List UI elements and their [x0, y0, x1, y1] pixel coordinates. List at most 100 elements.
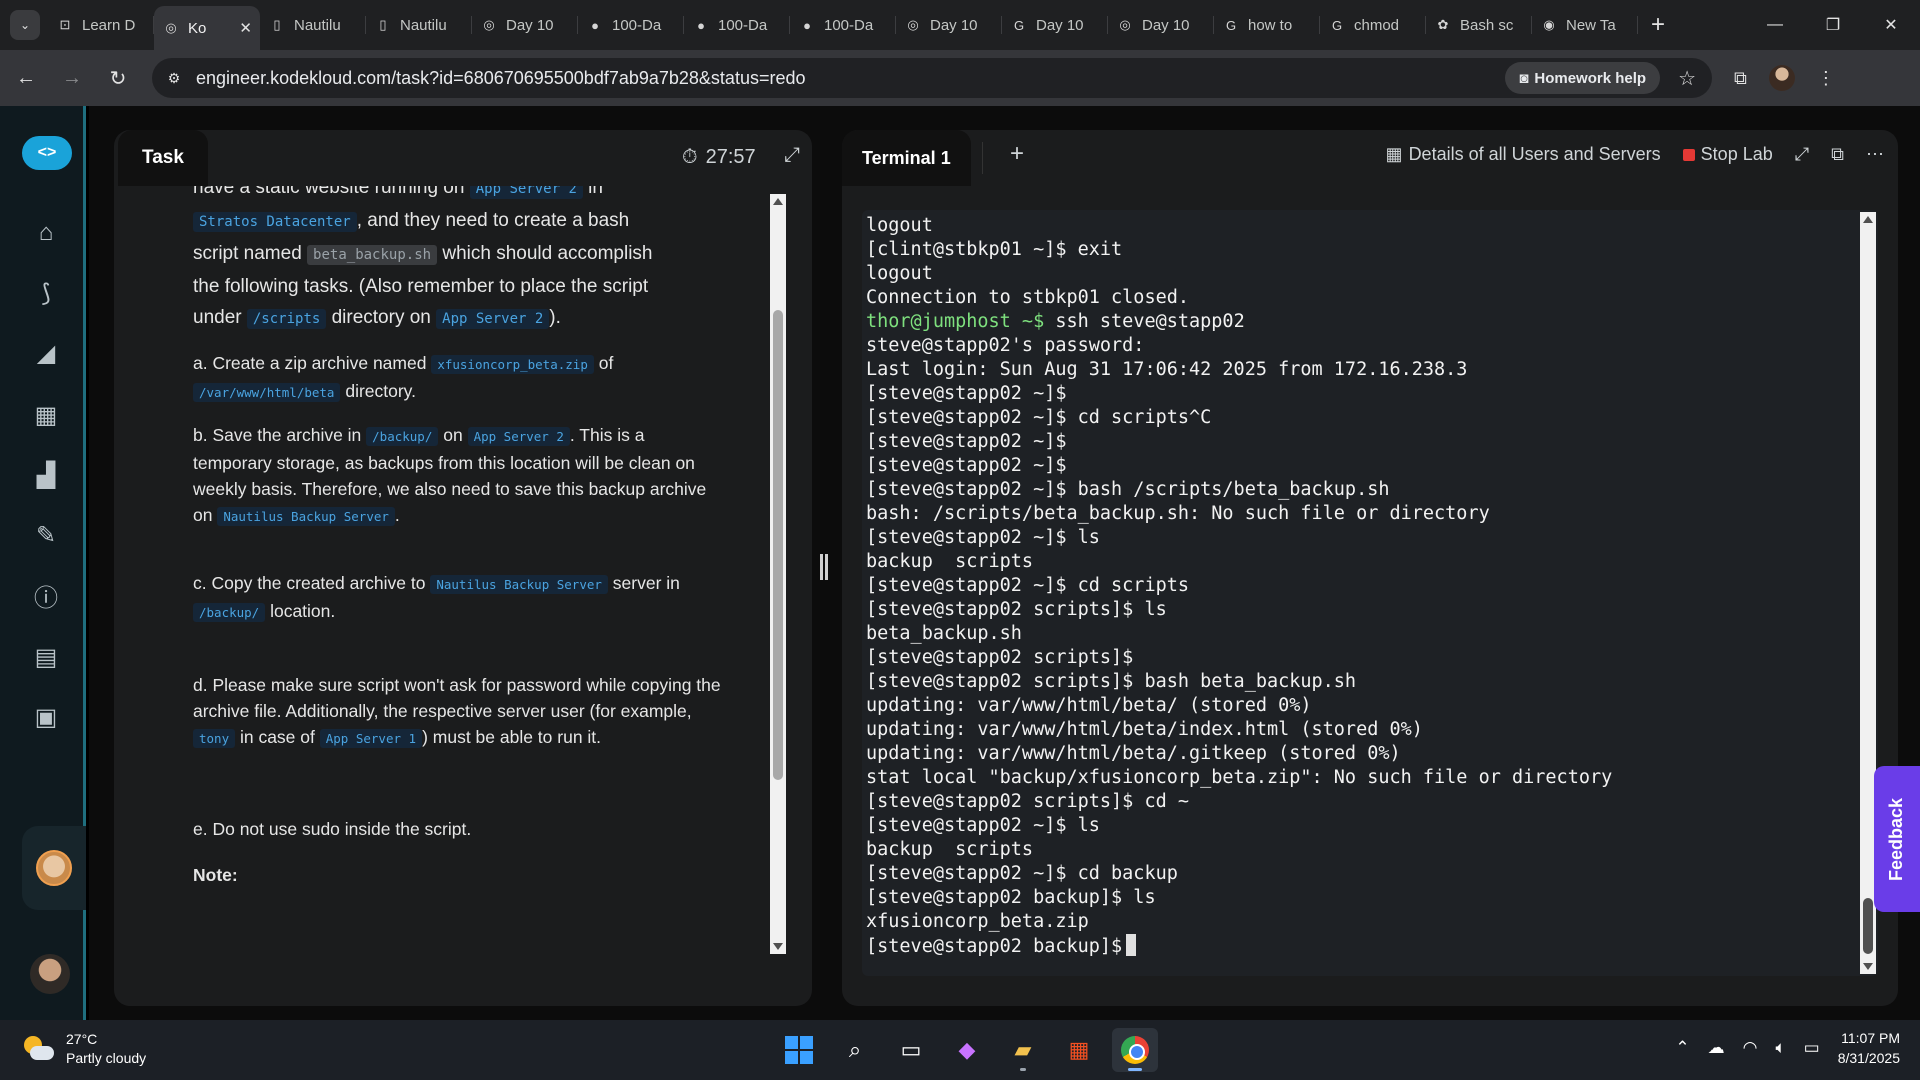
copilot-icon[interactable]: ◆	[944, 1028, 990, 1072]
terminal-screen[interactable]: logout [clint@stbkp01 ~]$ exit logout Conne…	[862, 210, 1878, 976]
task-view-icon[interactable]: ▭	[888, 1028, 934, 1072]
browser-tab[interactable]: ▯ Nautilu	[366, 0, 472, 50]
terminal-line-text: [steve@stapp02 ~]$ ls	[866, 815, 1100, 836]
scroll-up-arrow-icon[interactable]	[1863, 216, 1873, 223]
minimize-button[interactable]: —	[1746, 0, 1804, 50]
volume-icon[interactable]: 🔈︎	[1775, 1038, 1785, 1058]
windows-taskbar: 27°C Partly cloudy ⌕ ▭ ◆ ▰ ▦ ⌃ ☁ ◠ 🔈︎ ▭ …	[0, 1020, 1920, 1080]
profile-avatar[interactable]	[1768, 65, 1795, 91]
terminal-line-text: [steve@stapp02 scripts]$ cd ~	[866, 791, 1190, 812]
open-external-icon[interactable]: ⧉	[1831, 144, 1844, 165]
learning-path-icon[interactable]: ⟆	[29, 276, 63, 310]
browser-tab[interactable]: ● 100-Da	[790, 0, 896, 50]
inline-code: xfusioncorp_beta.zip	[431, 355, 594, 374]
tab-search-button[interactable]: ⌄	[10, 10, 40, 40]
chevron-up-icon[interactable]: ⌃	[1675, 1038, 1689, 1058]
start-button[interactable]	[776, 1028, 822, 1072]
browser-tab[interactable]: Gchmod	[1320, 0, 1426, 50]
onedrive-icon[interactable]: ☁	[1708, 1038, 1725, 1058]
notes-icon[interactable]: ✎	[29, 518, 63, 552]
terminal-line-text: logout	[866, 215, 933, 236]
omnibox[interactable]: ⚙ engineer.kodekloud.com/task?id=6806706…	[152, 58, 1712, 98]
google-icon: G	[1225, 17, 1237, 33]
terminal-line-text: Connection to stbkp01 closed.	[866, 287, 1190, 308]
panel-resize-handle[interactable]	[820, 554, 828, 580]
step-c: c. Copy the created archive to Nautilus …	[193, 570, 723, 626]
task-scroll-thumb[interactable]	[773, 310, 783, 780]
kodekloud-logo[interactable]: <>	[22, 136, 72, 170]
expand-terminal-icon[interactable]: ⤢	[1795, 144, 1809, 165]
leaderboard-icon[interactable]: ▟	[29, 458, 63, 492]
info-icon[interactable]: ⓘ	[29, 578, 63, 612]
chrome-taskbar-icon[interactable]	[1112, 1028, 1158, 1072]
kodekloud-icon: ◎	[483, 17, 495, 32]
feedback-button[interactable]: Feedback	[1874, 766, 1920, 912]
more-menu-icon[interactable]: ⋮	[1817, 68, 1835, 89]
home-icon[interactable]: ⌂	[29, 216, 63, 250]
battery-icon[interactable]: ▭	[1804, 1038, 1820, 1058]
terminal-scroll-thumb[interactable]	[1863, 898, 1873, 954]
more-options-icon[interactable]: ⋯	[1866, 144, 1884, 165]
browser-tab[interactable]: ◎ Ko ✕	[154, 6, 260, 50]
terminal-line: [steve@stapp02 scripts]$ bash beta_backu…	[866, 670, 1612, 694]
scroll-up-arrow-icon[interactable]	[773, 198, 783, 205]
site-info-icon[interactable]: ⚙	[160, 70, 188, 87]
progress-chart-icon[interactable]: ◢	[29, 336, 63, 370]
step-text: directory.	[340, 381, 416, 401]
intro-text: which should accomplish	[437, 243, 653, 264]
terminal-line-text: [steve@stapp02 ~]$ cd scripts	[866, 575, 1190, 596]
forward-button[interactable]: →	[52, 58, 92, 98]
expand-task-icon[interactable]: ⤢	[784, 144, 800, 167]
inline-code: App Server 2	[469, 186, 583, 199]
stop-lab-button[interactable]: Stop Lab	[1682, 144, 1773, 165]
restore-button[interactable]: ❐	[1804, 0, 1862, 50]
terminal-line: [steve@stapp02 scripts]$	[866, 646, 1612, 670]
user-avatar[interactable]	[30, 954, 70, 994]
browser-tab[interactable]: ◉ New Ta	[1532, 0, 1638, 50]
close-tab-icon[interactable]: ✕	[239, 19, 252, 37]
browser-tab[interactable]: ▯ Nautilu	[260, 0, 366, 50]
docs-book-icon[interactable]: ▤	[29, 640, 63, 674]
browser-tab[interactable]: ● 100-Da	[578, 0, 684, 50]
new-tab-button[interactable]: +	[1638, 11, 1678, 39]
close-window-button[interactable]: ✕	[1862, 0, 1920, 50]
task-tab[interactable]: Task	[118, 130, 208, 186]
search-icon[interactable]: ⌕	[832, 1028, 878, 1072]
url-text[interactable]: engineer.kodekloud.com/task?id=680670695…	[196, 68, 1505, 89]
clock[interactable]: 11:07 PM 8/31/2025	[1838, 1028, 1900, 1068]
homework-help-button[interactable]: ◙ Homework help	[1505, 62, 1661, 94]
window-controls: — ❐ ✕	[1746, 0, 1920, 50]
terminal-line-text: [steve@stapp02 scripts]$ ls	[866, 599, 1167, 620]
intro-text: under	[193, 307, 247, 328]
step-text: ) must be able to run it.	[422, 727, 602, 747]
back-button[interactable]: ←	[6, 58, 46, 98]
browser-tab[interactable]: ⊡ Learn D	[48, 0, 154, 50]
task-scrollbar[interactable]	[770, 194, 786, 954]
details-button[interactable]: ▦ Details of all Users and Servers	[1386, 144, 1661, 165]
scroll-down-arrow-icon[interactable]	[1863, 963, 1873, 970]
file-explorer-icon[interactable]: ▰	[1000, 1028, 1046, 1072]
browser-tab[interactable]: ◎ Day 10	[472, 0, 578, 50]
step-d: d. Please make sure script won't ask for…	[193, 672, 723, 752]
scroll-down-arrow-icon[interactable]	[773, 943, 783, 950]
extensions-icon[interactable]: ⧉	[1734, 68, 1747, 89]
weather-widget[interactable]: 27°C Partly cloudy	[22, 1030, 146, 1068]
kodekloud-icon: ◎	[1119, 17, 1131, 32]
mascot-button[interactable]	[22, 826, 86, 910]
browser-tab[interactable]: G Day 10	[1002, 0, 1108, 50]
browser-tab[interactable]: ● 100-Da	[684, 0, 790, 50]
browser-tab[interactable]: ◎ Day 10	[1108, 0, 1214, 50]
browser-tab[interactable]: ◎ Day 10	[896, 0, 1002, 50]
microsoft-store-icon[interactable]: ▦	[1056, 1028, 1102, 1072]
terminal-tab[interactable]: Terminal 1	[842, 130, 971, 186]
terminal-line: Connection to stbkp01 closed.	[866, 286, 1612, 310]
bookmark-star-icon[interactable]: ☆	[1678, 66, 1696, 91]
wifi-icon[interactable]: ◠	[1743, 1038, 1758, 1058]
playground-icon[interactable]: ▦	[29, 398, 63, 432]
chat-icon[interactable]: ▣	[29, 700, 63, 734]
reload-button[interactable]: ↻	[98, 58, 138, 98]
add-terminal-button[interactable]: +	[1010, 140, 1024, 168]
browser-tab[interactable]: ✿ Bash sc	[1426, 0, 1532, 50]
browser-tab[interactable]: Ghow to	[1214, 0, 1320, 50]
left-sidebar: <> ⌂ ⟆ ◢ ▦ ▟ ✎ ⓘ ▤ ▣	[0, 106, 86, 1020]
